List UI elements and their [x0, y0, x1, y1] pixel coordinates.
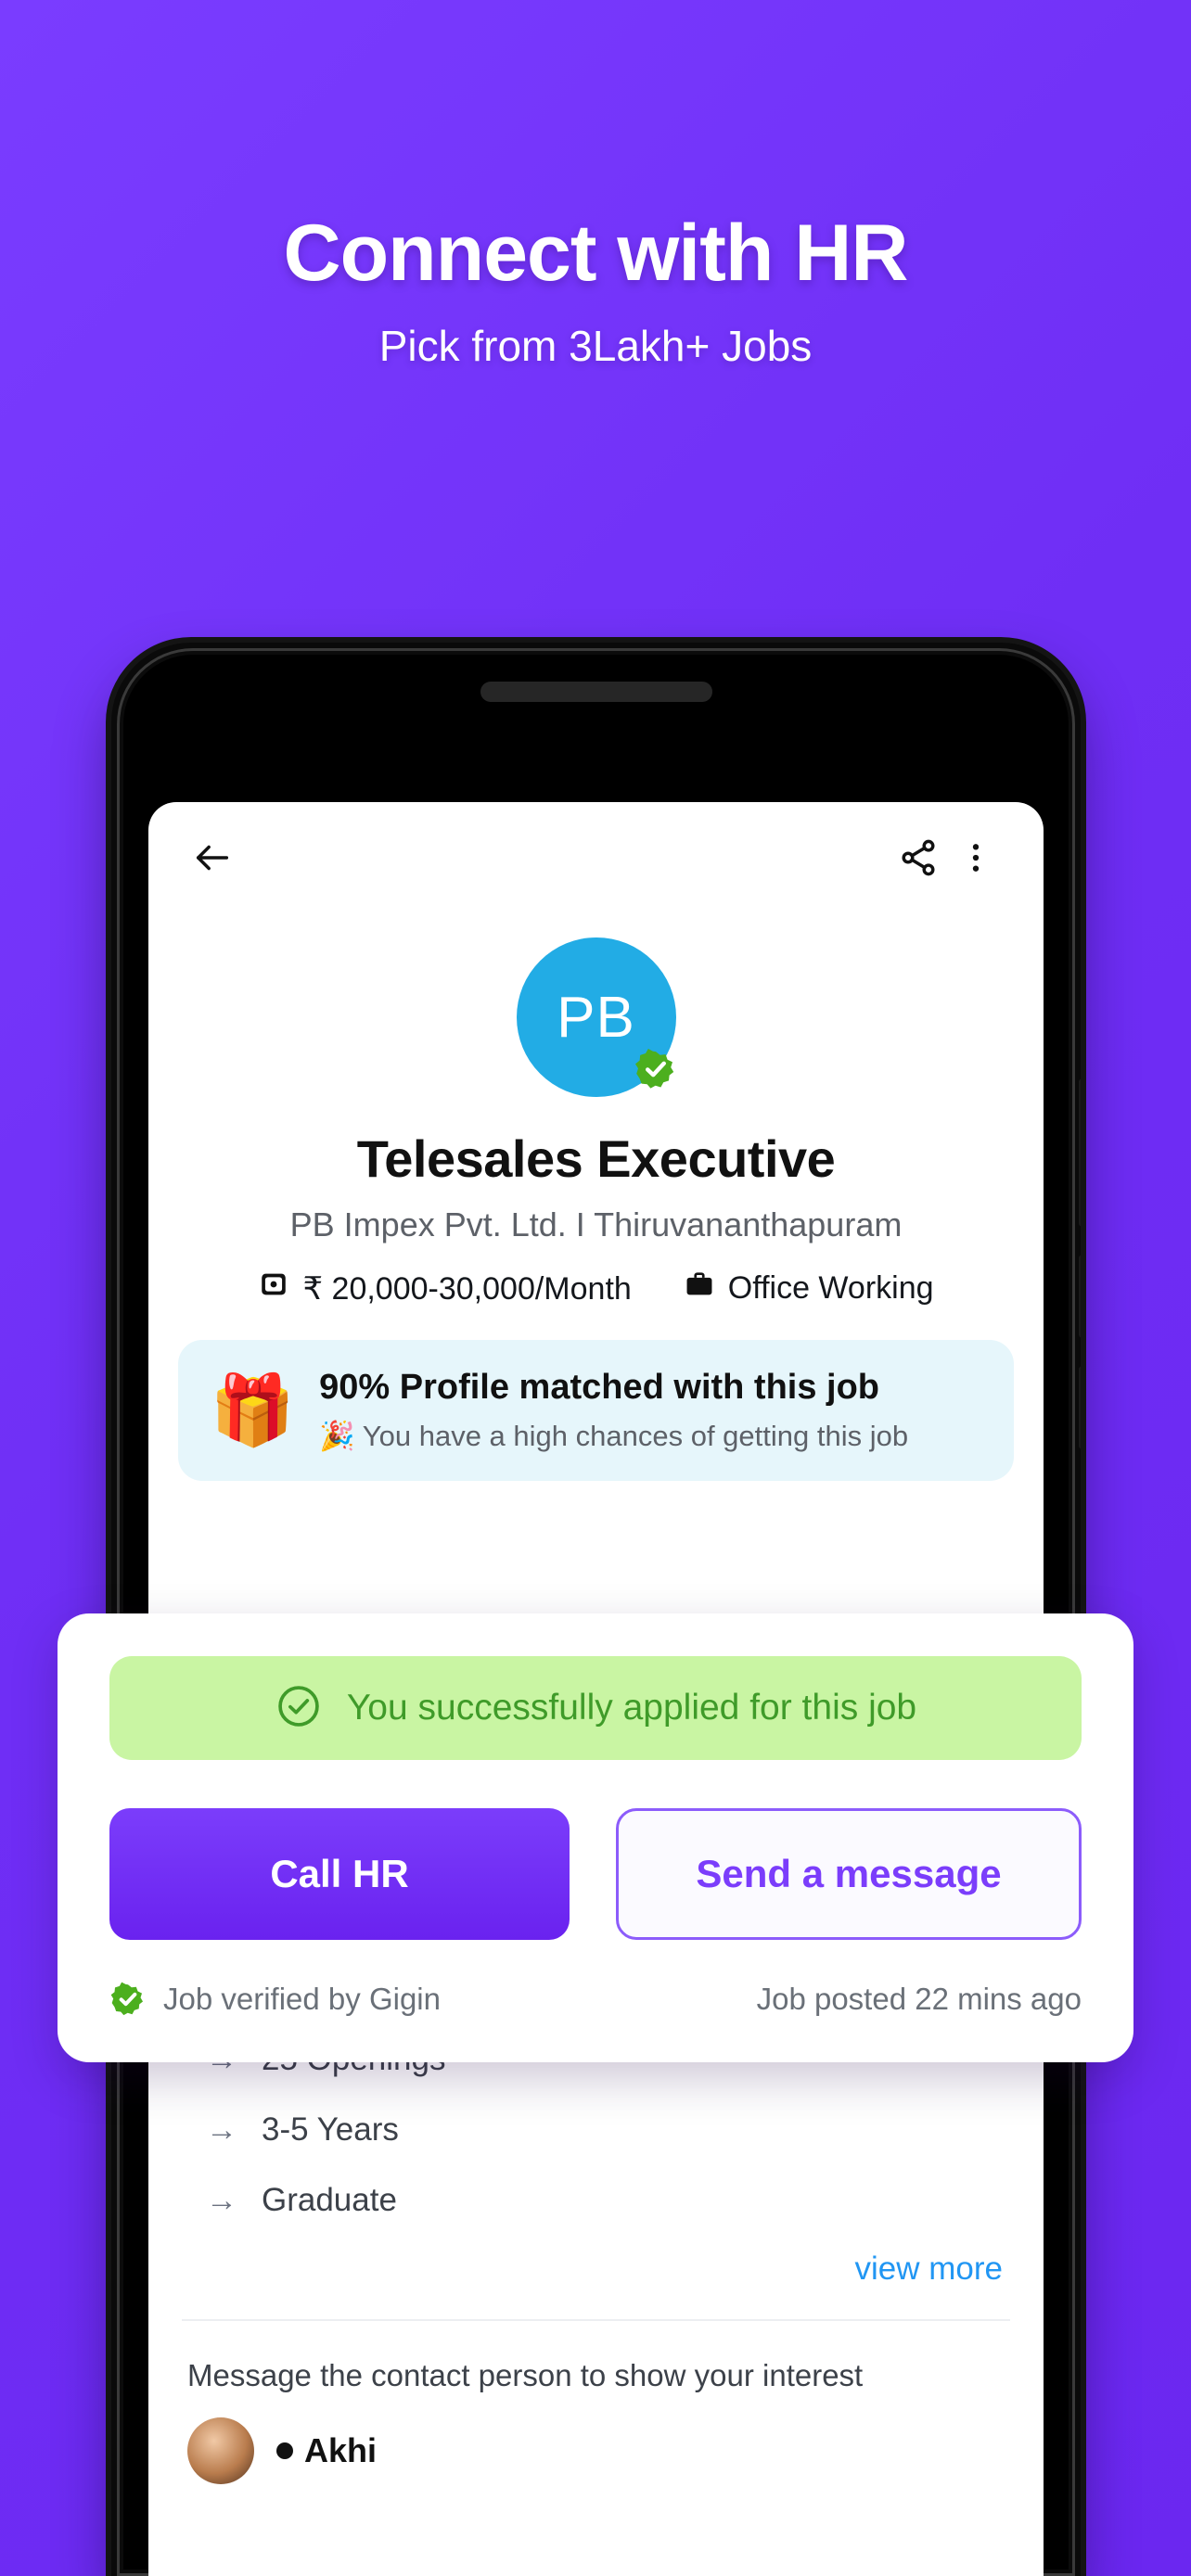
job-meta-row: ₹ 20,000-30,000/Month Office Working: [176, 1269, 1016, 1308]
briefcase-icon: [684, 1269, 715, 1308]
contact-section-heading: Message the contact person to show your …: [187, 2358, 864, 2392]
arrow-right-icon: →: [206, 2111, 237, 2148]
status-badge: You successfully applied for this job: [109, 1656, 1082, 1760]
job-title: Telesales Executive: [356, 1129, 836, 1188]
send-message-button[interactable]: Send a message: [616, 1808, 1082, 1940]
check-circle-icon: [275, 1682, 323, 1735]
job-posted-text: Job posted 22 mins ago: [756, 1982, 1082, 2016]
wallet-icon: [258, 1269, 289, 1308]
promo-title: Connect with HR: [283, 209, 909, 298]
online-dot-icon: [276, 2442, 293, 2459]
promo-header: Connect with HR Pick from 3Lakh+ Jobs: [0, 0, 1191, 371]
job-work-mode-text: Office Working: [727, 1270, 934, 1306]
job-company-location: PB Impex Pvt. Ltd. I Thiruvananthapuram: [289, 1205, 903, 1243]
job-salary-text: ₹ 20,000-30,000/Month: [302, 1270, 632, 1307]
call-hr-button[interactable]: Call HR: [109, 1808, 570, 1940]
contact-person-name: Akhi: [304, 2431, 378, 2469]
back-arrow-icon[interactable]: [187, 833, 237, 883]
action-button-row: Call HR Send a message: [109, 1808, 1082, 1940]
phone-mockup: PB Telesales Executive PB Impex Pvt. Ltd…: [111, 643, 1081, 2576]
phone-side-button-down: [1079, 1366, 1081, 1449]
gift-icon: 🎁: [210, 1371, 296, 1448]
arrow-right-icon: →: [206, 2182, 237, 2218]
profile-match-banner: 🎁 90% Profile matched with this job 🎉 Yo…: [178, 1340, 1014, 1481]
job-header: PB Telesales Executive PB Impex Pvt. Ltd…: [148, 913, 1044, 1308]
app-bar: [148, 802, 1044, 913]
profile-match-title: 90% Profile matched with this job: [319, 1368, 880, 1407]
job-salary: ₹ 20,000-30,000/Month: [258, 1269, 632, 1308]
phone-speaker-grille: [480, 682, 712, 702]
promo-subtitle: Pick from 3Lakh+ Jobs: [378, 322, 813, 371]
contact-person-name-wrap: Akhi: [276, 2431, 377, 2470]
phone-side-button-volume: [1079, 1078, 1081, 1227]
verified-badge-icon: [109, 1981, 147, 2018]
share-icon[interactable]: [890, 829, 947, 886]
company-avatar-wrap: PB: [516, 937, 678, 1097]
list-item-label: Graduate: [262, 2182, 397, 2218]
profile-match-subtitle: 🎉 You have a high chances of getting thi…: [319, 1420, 909, 1452]
profile-match-text: 90% Profile matched with this job 🎉 You …: [319, 1368, 908, 1453]
avatar: [187, 2417, 254, 2484]
list-item-label: 3-5 Years: [262, 2111, 399, 2148]
phone-side-button-up: [1079, 1255, 1081, 1338]
view-more-link[interactable]: view more: [148, 2236, 1044, 2288]
list-item: → 3-5 Years: [206, 2095, 986, 2165]
success-text: You successfully applied for this job: [346, 1688, 917, 1728]
apply-status-sheet: You successfully applied for this job Ca…: [58, 1613, 1133, 2062]
overflow-menu-icon[interactable]: [947, 829, 1005, 886]
job-work-mode: Office Working: [684, 1269, 934, 1308]
job-verified-text: Job verified by Gigin: [163, 1982, 441, 2016]
list-item: → Graduate: [206, 2165, 986, 2236]
sheet-footer: Job verified by Gigin Job posted 22 mins…: [109, 1981, 1082, 2018]
job-verified-wrap: Job verified by Gigin: [109, 1981, 441, 2018]
contact-person-row[interactable]: Akhi: [148, 2393, 1044, 2484]
verified-badge-icon: [634, 1047, 678, 1091]
